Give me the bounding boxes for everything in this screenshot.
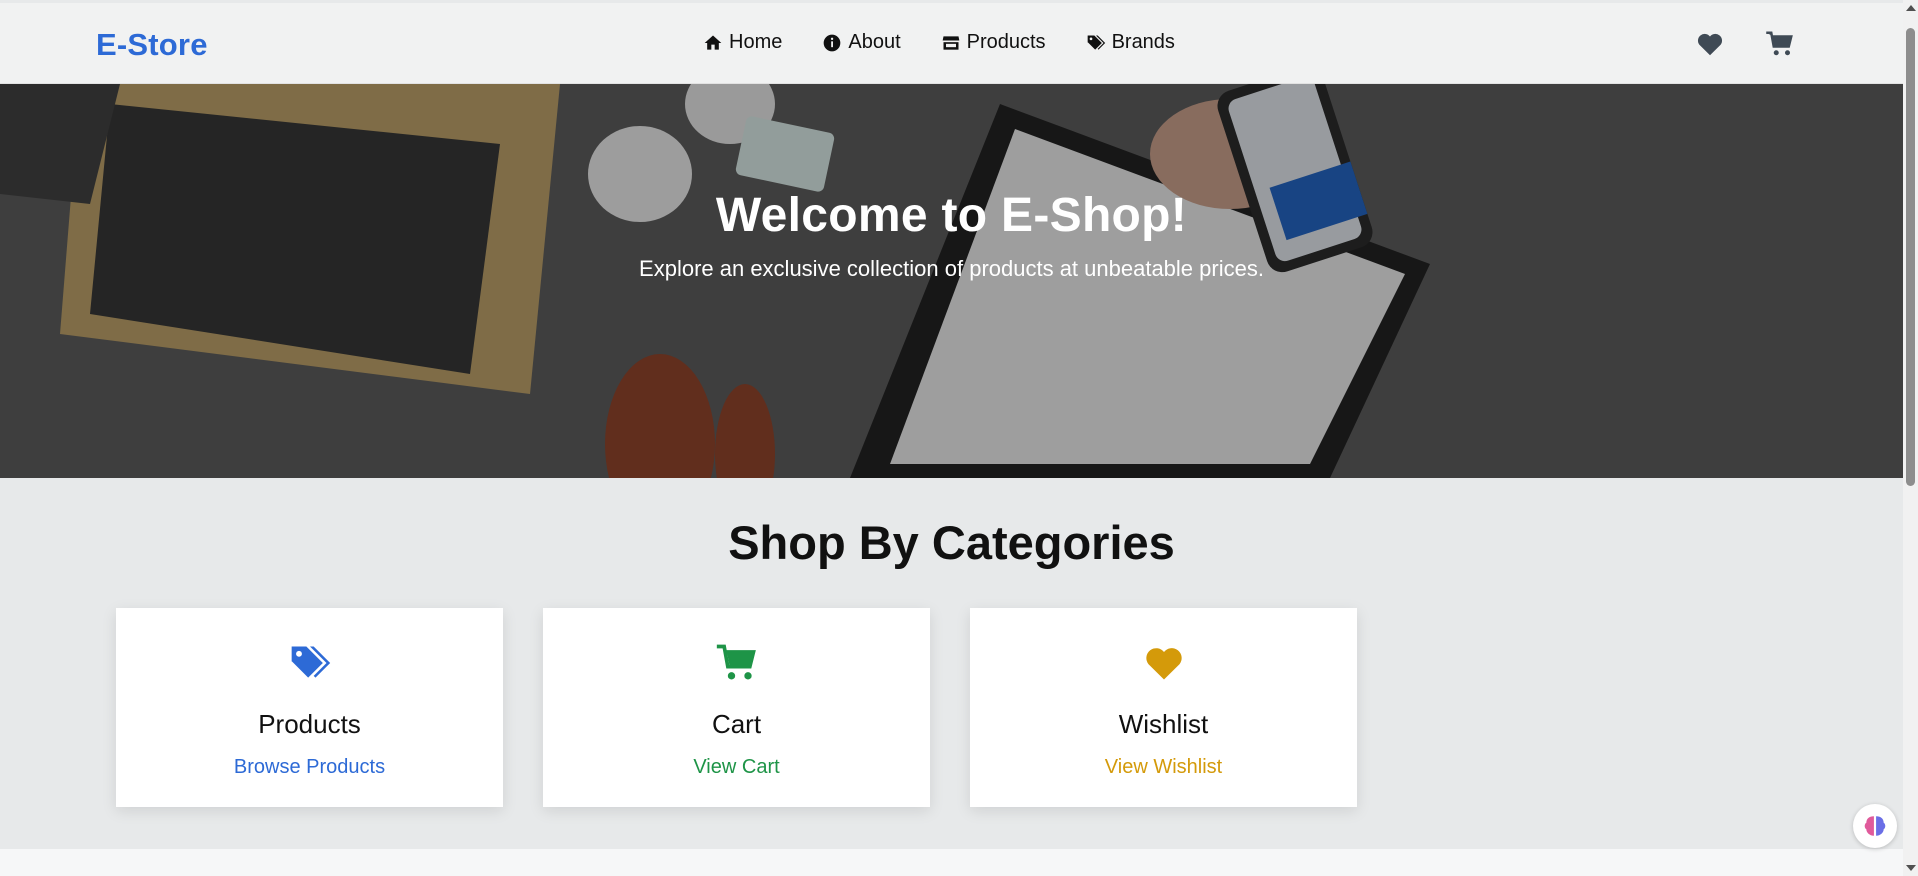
- categories-heading: Shop By Categories: [728, 516, 1175, 569]
- tags-icon: [1087, 35, 1105, 50]
- category-card-wishlist[interactable]: Wishlist View Wishlist: [970, 608, 1357, 807]
- home-icon: [704, 35, 722, 50]
- brand-logo[interactable]: E-Store: [96, 27, 208, 63]
- assistant-button[interactable]: [1853, 804, 1897, 848]
- heart-icon: [1697, 33, 1723, 56]
- nav-link-products[interactable]: Products: [941, 31, 1046, 54]
- tags-icon: [291, 646, 330, 678]
- nav-link-label: About: [848, 31, 901, 53]
- footer-strip: [0, 849, 1903, 876]
- heart-icon: [1145, 648, 1182, 680]
- wishlist-nav-button[interactable]: [1694, 29, 1726, 64]
- cart-icon: [716, 644, 756, 680]
- hero-banner: Welcome to E-Shop! Explore an exclusive …: [0, 84, 1903, 478]
- card-title: Wishlist: [1118, 709, 1209, 739]
- navbar: E-Store Home About Products Brands: [0, 3, 1903, 84]
- brain-icon: [1864, 816, 1886, 836]
- scroll-thumb[interactable]: [1906, 28, 1915, 486]
- nav-link-label: Brands: [1111, 31, 1175, 53]
- view-cart-link[interactable]: View Cart: [693, 756, 779, 779]
- nav-link-brands[interactable]: Brands: [1086, 31, 1175, 54]
- category-cards: Products Browse Products Cart View Cart …: [116, 608, 1357, 807]
- store-icon: [942, 35, 959, 50]
- hero-title: Welcome to E-Shop!: [715, 189, 1188, 242]
- browse-products-link[interactable]: Browse Products: [234, 756, 385, 779]
- scroll-up-arrow[interactable]: [1906, 5, 1916, 11]
- cart-nav-button[interactable]: [1764, 29, 1796, 64]
- scrollbar[interactable]: [1903, 0, 1918, 876]
- category-card-products[interactable]: Products Browse Products: [116, 608, 503, 807]
- nav-link-label: Home: [729, 31, 783, 53]
- scroll-down-arrow[interactable]: [1906, 865, 1916, 871]
- view-wishlist-link[interactable]: View Wishlist: [1105, 756, 1222, 779]
- nav-link-home[interactable]: Home: [703, 31, 782, 54]
- cart-icon: [1766, 31, 1793, 56]
- info-icon: [824, 34, 841, 51]
- card-title: Cart: [711, 709, 762, 739]
- nav-icons: [1694, 29, 1796, 64]
- hero-subtitle: Explore an exclusive collection of produ…: [639, 256, 1264, 281]
- nav-link-label: Products: [966, 31, 1046, 53]
- nav-links: Home About Products Brands: [703, 31, 1175, 54]
- card-title: Products: [258, 709, 361, 739]
- nav-link-about[interactable]: About: [822, 31, 901, 54]
- category-card-cart[interactable]: Cart View Cart: [543, 608, 930, 807]
